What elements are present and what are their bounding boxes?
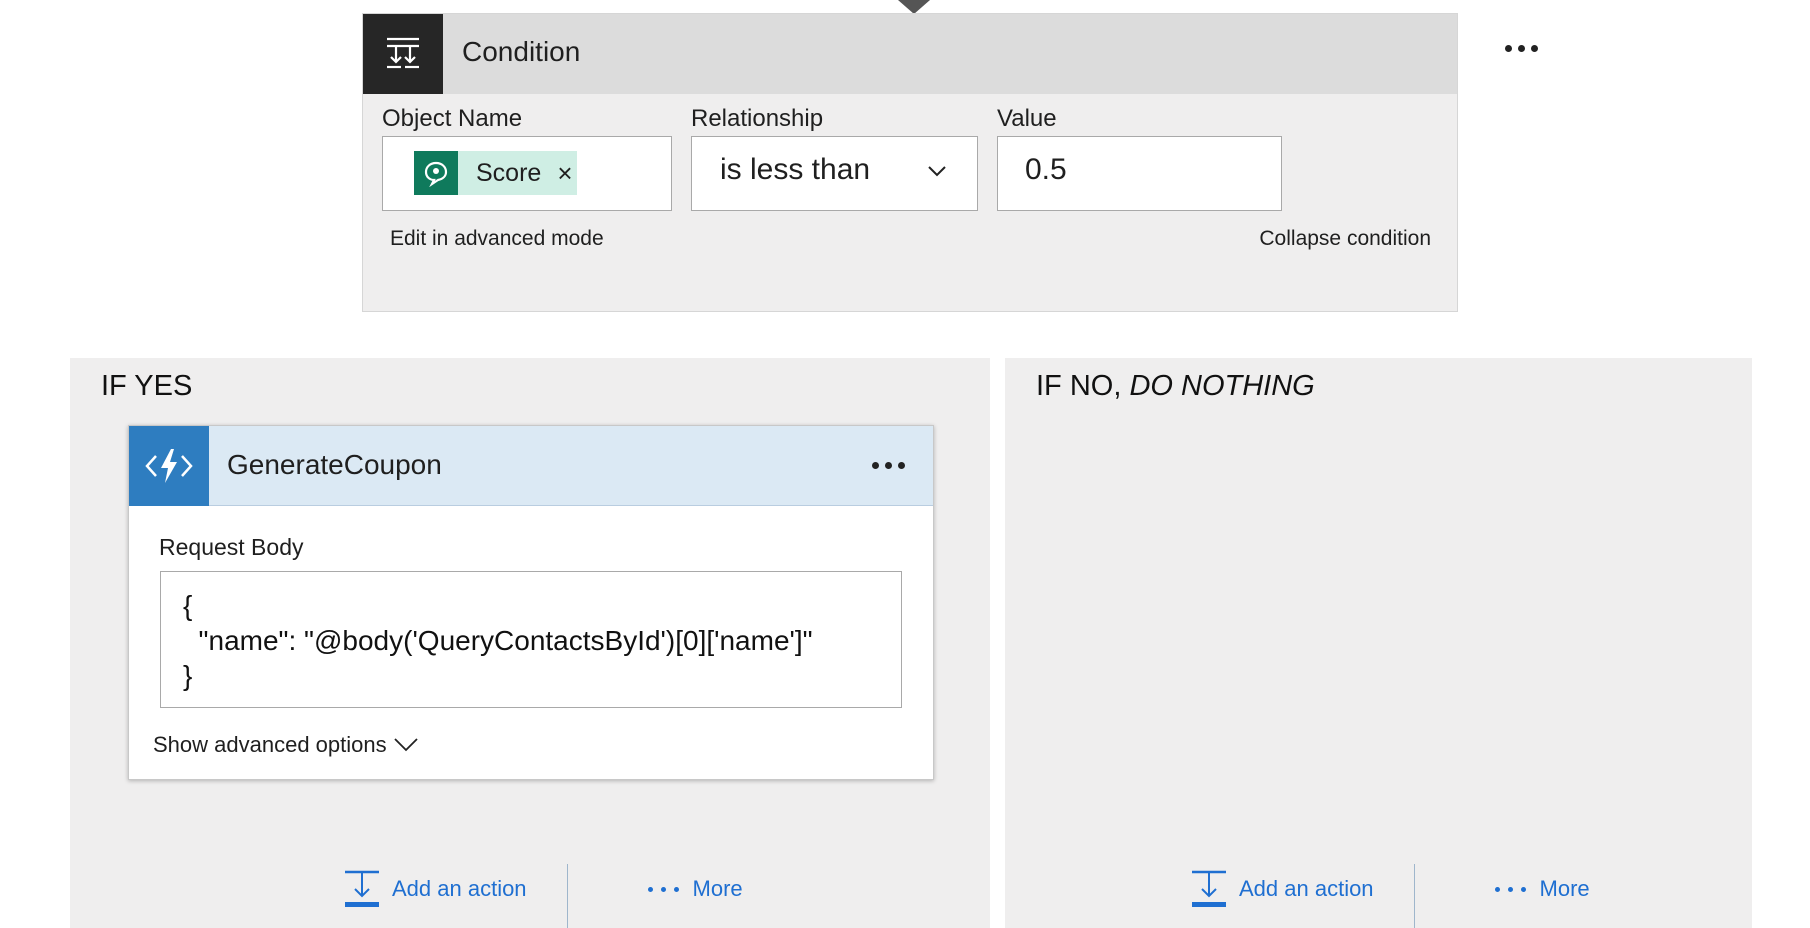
action-menu-ellipsis-icon[interactable] [872, 462, 905, 469]
edit-advanced-mode-link[interactable]: Edit in advanced mode [390, 227, 604, 251]
action-title: GenerateCoupon [227, 449, 442, 480]
more-dots-icon [1494, 886, 1526, 892]
score-token[interactable]: Score × [414, 151, 577, 195]
relationship-label: Relationship [691, 105, 824, 132]
generate-coupon-action-card: GenerateCoupon Request Body { "name": "@… [128, 425, 934, 780]
add-action-label: Add an action [392, 876, 527, 901]
if-no-title-suffix: DO NOTHING [1129, 370, 1315, 402]
token-label: Score [476, 158, 542, 187]
collapse-condition-link[interactable]: Collapse condition [1259, 227, 1431, 251]
value-input[interactable]: 0.5 [997, 136, 1282, 211]
relationship-select[interactable]: is less than [691, 136, 978, 211]
bar-divider [566, 864, 568, 928]
condition-title: Condition [462, 36, 581, 67]
if-yes-branch: IF YES GenerateCoupon Request Body { "na… [70, 358, 990, 928]
object-name-field[interactable]: Score × [382, 136, 672, 211]
condition-menu-ellipsis-icon[interactable] [1505, 45, 1538, 52]
add-action-icon [1192, 870, 1226, 907]
if-no-title-prefix: IF NO, [1036, 370, 1122, 402]
condition-card: Condition Object Name Score × Relationsh… [362, 13, 1538, 312]
chevron-down-icon [928, 166, 946, 177]
request-body-label: Request Body [159, 534, 304, 560]
function-icon [129, 426, 209, 506]
if-no-more-button[interactable]: More [1494, 864, 1590, 914]
more-dots-icon [647, 886, 679, 892]
value-input-text: 0.5 [1025, 153, 1067, 186]
if-yes-add-action-button[interactable]: Add an action [344, 864, 527, 914]
if-yes-action-bar: Add an action More [344, 864, 743, 928]
condition-header[interactable]: Condition [363, 14, 1538, 94]
condition-icon [363, 14, 443, 94]
bar-divider [1413, 864, 1415, 928]
if-no-branch: IF NO, DO NOTHING Add an action More [1005, 358, 1752, 928]
relationship-value: is less than [720, 153, 871, 186]
if-no-add-action-button[interactable]: Add an action [1191, 864, 1374, 914]
show-advanced-label: Show advanced options [153, 732, 387, 757]
sentiment-icon [414, 151, 458, 195]
if-yes-title: IF YES [101, 370, 193, 402]
value-label: Value [997, 105, 1057, 132]
action-header[interactable]: GenerateCoupon [129, 426, 933, 506]
add-action-label: Add an action [1239, 876, 1374, 901]
chevron-down-icon [393, 738, 418, 752]
if-no-action-bar: Add an action More [1191, 864, 1590, 928]
show-advanced-options-toggle[interactable]: Show advanced options [153, 732, 419, 758]
remove-token-close-icon[interactable]: × [557, 158, 572, 189]
request-body-input[interactable]: { "name": "@body('QueryContactsById')[0]… [160, 571, 902, 708]
if-no-title: IF NO, DO NOTHING [1036, 370, 1315, 403]
connector-arrow [898, 0, 930, 14]
more-label: More [692, 876, 743, 901]
object-name-label: Object Name [382, 105, 523, 132]
more-label: More [1539, 876, 1590, 901]
if-yes-more-button[interactable]: More [647, 864, 743, 914]
add-action-icon [345, 870, 379, 907]
